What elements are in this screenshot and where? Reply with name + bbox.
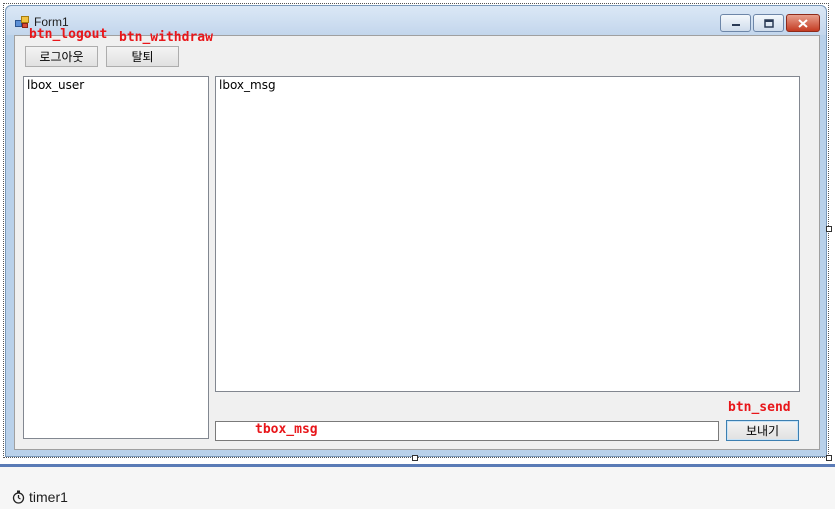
timer-component[interactable]: timer1 [12,489,68,505]
component-tray: timer1 [0,467,835,509]
resize-handle-bottom[interactable] [412,455,418,461]
resize-handle-corner[interactable] [826,455,832,461]
designer-selection-border [3,3,829,458]
timer-component-name: timer1 [29,489,68,505]
resize-handle-right[interactable] [826,226,832,232]
stopwatch-icon [12,490,25,504]
